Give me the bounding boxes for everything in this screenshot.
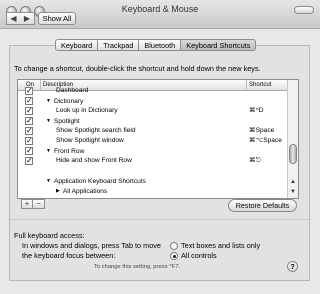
disclosure-expanded-icon[interactable]: ▼ xyxy=(46,176,51,186)
tab-keyboard[interactable]: Keyboard xyxy=(55,39,99,51)
radio-all-controls[interactable] xyxy=(170,252,178,260)
table-row[interactable]: ✓ ▼ Dictionary xyxy=(18,96,290,106)
divider xyxy=(10,219,309,220)
scrollbar-thumb[interactable] xyxy=(289,144,297,164)
row-checkbox[interactable]: ✓ xyxy=(25,157,33,165)
table-rows: ✓ Dashboard ✓ ▼ Dictionary ✓ Look up in Dictio… xyxy=(18,87,290,196)
row-description: Look up in Dictionary xyxy=(56,106,118,116)
table-row[interactable]: ✓ Hide and show Front Row ⌘⎋ xyxy=(18,156,290,166)
scroll-up-arrow[interactable]: ▲ xyxy=(289,178,297,186)
tab-bar: Keyboard Trackpad Bluetooth Keyboard Sho… xyxy=(55,39,257,52)
table-row[interactable] xyxy=(18,166,290,176)
row-label: Show Spotlight window xyxy=(56,137,124,144)
full-keyboard-access-title: Full keyboard access: xyxy=(14,231,85,240)
disclosure-expanded-icon[interactable]: ▼ xyxy=(46,146,51,156)
scroll-down-arrow[interactable]: ▼ xyxy=(289,188,297,196)
row-label: Spotlight xyxy=(53,117,80,125)
restore-defaults-button[interactable]: Restore Defaults xyxy=(228,199,297,212)
table-row[interactable]: ✓ Show Spotlight window ⌘⌥Space xyxy=(18,136,290,146)
tab-trackpad[interactable]: Trackpad xyxy=(98,39,140,51)
keyboard-access-note: To change this setting, press ^F7. xyxy=(94,264,181,270)
disclosure-expanded-icon[interactable]: ▼ xyxy=(46,96,51,106)
row-description: Show Spotlight search field xyxy=(56,126,136,136)
row-checkbox[interactable]: ✓ xyxy=(25,137,33,145)
row-label: Dictionary xyxy=(53,97,84,105)
row-checkbox[interactable]: ✓ xyxy=(25,127,33,135)
instruction-text: To change a shortcut, double-click the s… xyxy=(14,64,261,73)
row-checkbox[interactable]: ✓ xyxy=(25,87,33,95)
row-label: Hide and show Front Row xyxy=(56,157,132,164)
table-scrollbar[interactable]: ▲ ▼ xyxy=(287,80,298,198)
table-row[interactable]: ▶ All Applications xyxy=(18,186,290,196)
shortcuts-table: On Description Shortcut ✓ Dashboard ✓ ▼ Dict… xyxy=(17,79,299,199)
row-checkbox[interactable]: ✓ xyxy=(25,107,33,115)
toolbar-toggle-button[interactable] xyxy=(294,6,314,14)
full-keyboard-access-description: In windows and dialogs, press Tab to mov… xyxy=(22,241,161,260)
forward-button[interactable]: ▶ xyxy=(20,12,35,25)
row-label: Application Keyboard Shortcuts xyxy=(53,177,146,185)
radio-label-text-boxes-lists[interactable]: Text boxes and lists only xyxy=(181,241,260,250)
row-description: Show Spotlight window xyxy=(56,136,124,146)
radio-text-boxes-lists[interactable] xyxy=(170,242,178,250)
row-checkbox[interactable]: ✓ xyxy=(25,117,33,125)
row-description: ▶ All Applications xyxy=(56,186,107,197)
table-row[interactable]: ✓ ▼ Front Row xyxy=(18,146,290,156)
tab-bluetooth[interactable]: Bluetooth xyxy=(139,39,182,51)
preferences-window: Keyboard & Mouse ◀ ▶ Show All Keyboard T… xyxy=(0,0,320,294)
tab-keyboard-shortcuts[interactable]: Keyboard Shortcuts xyxy=(181,39,257,51)
radio-label-all-controls[interactable]: All controls xyxy=(181,251,217,260)
row-label: All Applications xyxy=(62,187,108,195)
table-row[interactable]: ✓ Dashboard xyxy=(18,86,290,96)
table-row[interactable]: ✓ ▼ Spotlight xyxy=(18,116,290,126)
row-shortcut[interactable]: ⌘⎋ xyxy=(249,156,261,166)
disclosure-collapsed-icon[interactable]: ▶ xyxy=(56,186,60,196)
table-row[interactable]: ✓ Show Spotlight search field ⌘Space xyxy=(18,126,290,136)
row-shortcut[interactable]: ⌘^D xyxy=(249,106,263,116)
table-row[interactable]: ✓ Look up in Dictionary ⌘^D xyxy=(18,106,290,116)
row-checkbox[interactable]: ✓ xyxy=(25,97,33,105)
row-description: Dashboard xyxy=(56,86,88,96)
help-button[interactable]: ? xyxy=(287,261,298,272)
show-all-button[interactable]: Show All xyxy=(38,12,76,25)
add-shortcut-button[interactable]: + xyxy=(21,199,33,209)
row-checkbox[interactable]: ✓ xyxy=(25,147,33,155)
row-description: Hide and show Front Row xyxy=(56,156,132,166)
row-label: Front Row xyxy=(53,147,85,155)
row-label: Show Spotlight search field xyxy=(56,127,136,134)
disclosure-expanded-icon[interactable]: ▼ xyxy=(46,116,51,126)
remove-shortcut-button[interactable]: − xyxy=(33,199,45,209)
row-shortcut[interactable]: ⌘⌥Space xyxy=(249,136,282,146)
row-shortcut[interactable]: ⌘Space xyxy=(249,126,274,136)
row-label: Dashboard xyxy=(56,87,89,94)
title-bar: Keyboard & Mouse ◀ ▶ Show All xyxy=(0,0,320,29)
table-row[interactable]: ▼ Application Keyboard Shortcuts xyxy=(18,176,290,186)
row-label: Look up in Dictionary xyxy=(56,107,118,114)
back-button[interactable]: ◀ xyxy=(6,12,21,25)
